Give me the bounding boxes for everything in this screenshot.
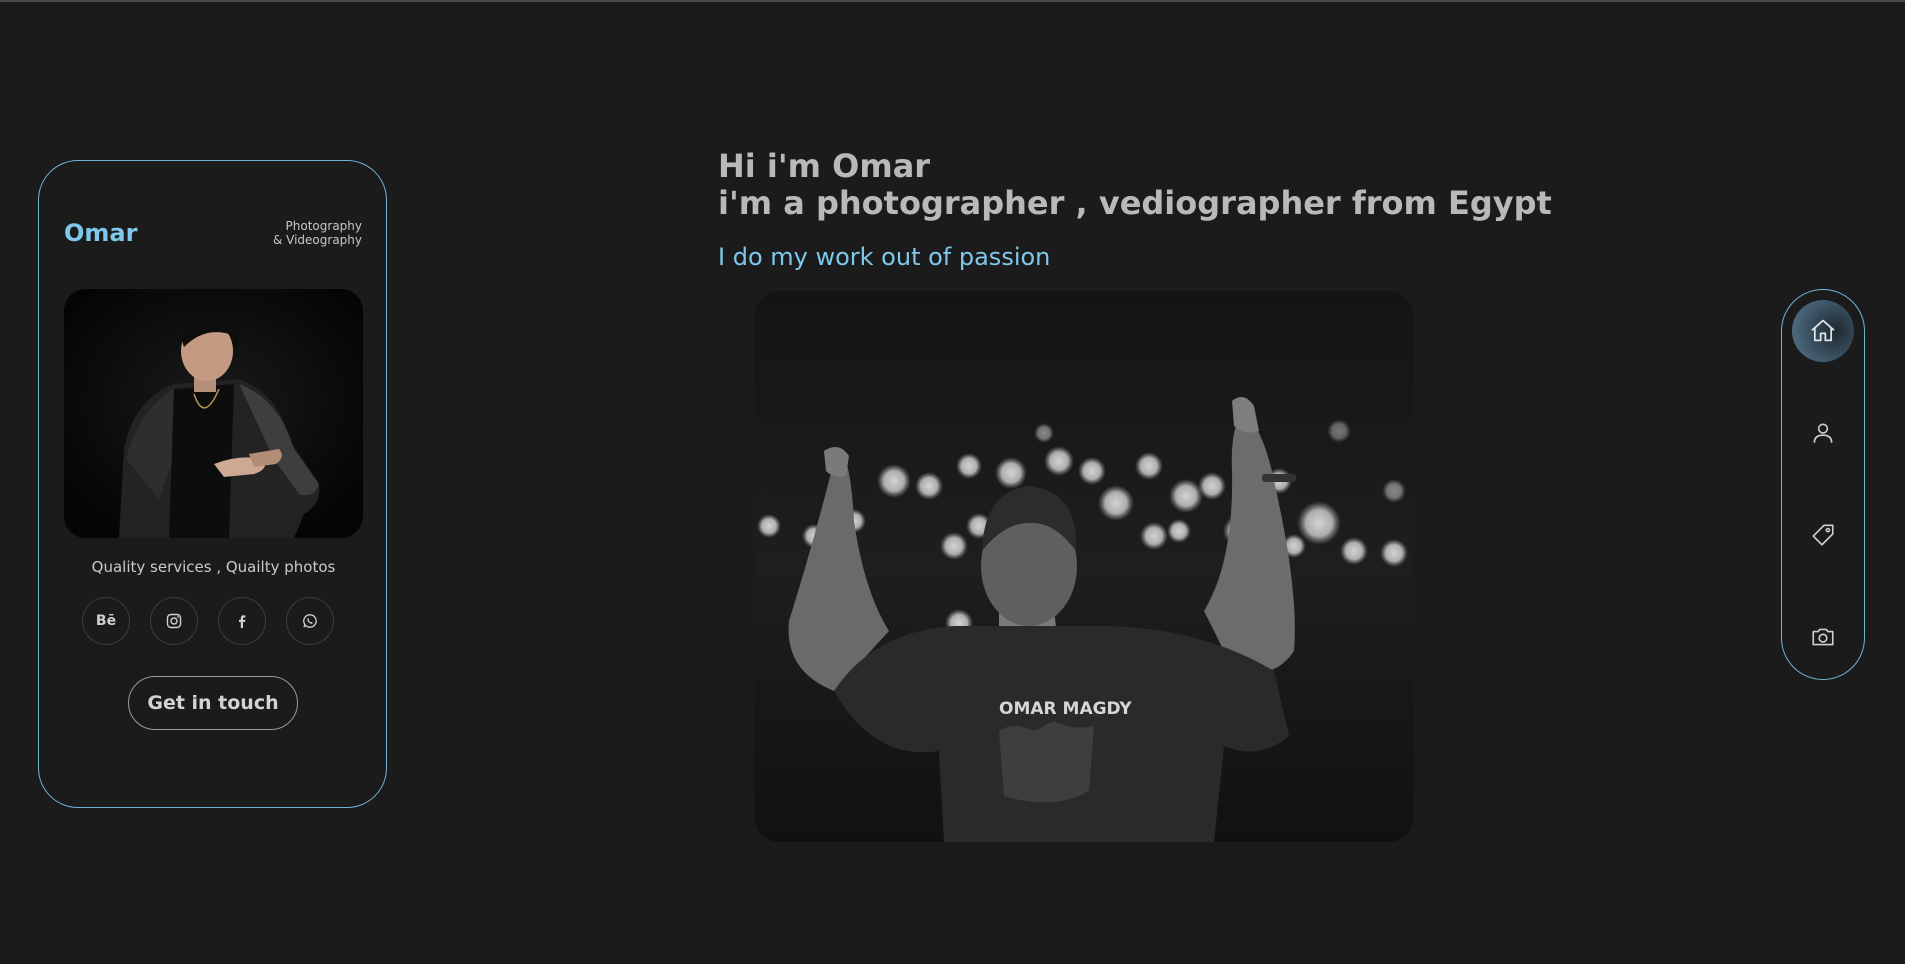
instagram-link[interactable] — [150, 597, 198, 645]
side-nav — [1781, 289, 1865, 680]
camera-icon — [1812, 628, 1834, 646]
profile-card: Omar Photography & Videography Quality s… — [38, 160, 387, 808]
hero-subtitle: I do my work out of passion — [718, 243, 1051, 271]
page: Omar Photography & Videography Quality s… — [0, 0, 1905, 964]
profile-photo — [64, 289, 363, 538]
social-links: Bē — [82, 597, 334, 645]
whatsapp-link[interactable] — [286, 597, 334, 645]
nav-about-button[interactable] — [1792, 402, 1854, 464]
hero-title-line-2: i'm a photographer , vediographer from E… — [718, 184, 1552, 222]
user-icon — [1813, 423, 1833, 443]
nav-services-button[interactable] — [1792, 504, 1854, 566]
profile-photo-illustration — [64, 289, 363, 538]
profile-name: Omar — [64, 219, 138, 247]
tagline-line-1: Photography — [285, 219, 362, 233]
hero-photo-illustration: OMAR MAGDY — [754, 291, 1414, 842]
facebook-icon — [239, 615, 246, 628]
top-divider — [0, 0, 1905, 2]
get-in-touch-button[interactable]: Get in touch — [128, 676, 298, 730]
nav-home-button[interactable] — [1792, 300, 1854, 362]
hero-title-line-1: Hi i'm Omar — [718, 147, 931, 185]
hero-photo: OMAR MAGDY — [754, 291, 1414, 842]
shirt-print-text: OMAR MAGDY — [999, 699, 1132, 719]
tag-icon — [1812, 524, 1834, 546]
home-icon — [1811, 319, 1835, 342]
whatsapp-icon — [303, 614, 317, 628]
instagram-icon — [166, 613, 182, 629]
hero-title: Hi i'm Omar i'm a photographer , vediogr… — [718, 148, 1552, 222]
profile-quote: Quality services , Quailty photos — [91, 558, 336, 576]
behance-link[interactable]: Bē — [82, 597, 130, 645]
profile-tagline: Photography & Videography — [273, 219, 362, 247]
behance-icon: Bē — [95, 613, 117, 629]
facebook-link[interactable] — [218, 597, 266, 645]
nav-gallery-button[interactable] — [1792, 606, 1854, 668]
tagline-line-2: & Videography — [272, 233, 362, 247]
